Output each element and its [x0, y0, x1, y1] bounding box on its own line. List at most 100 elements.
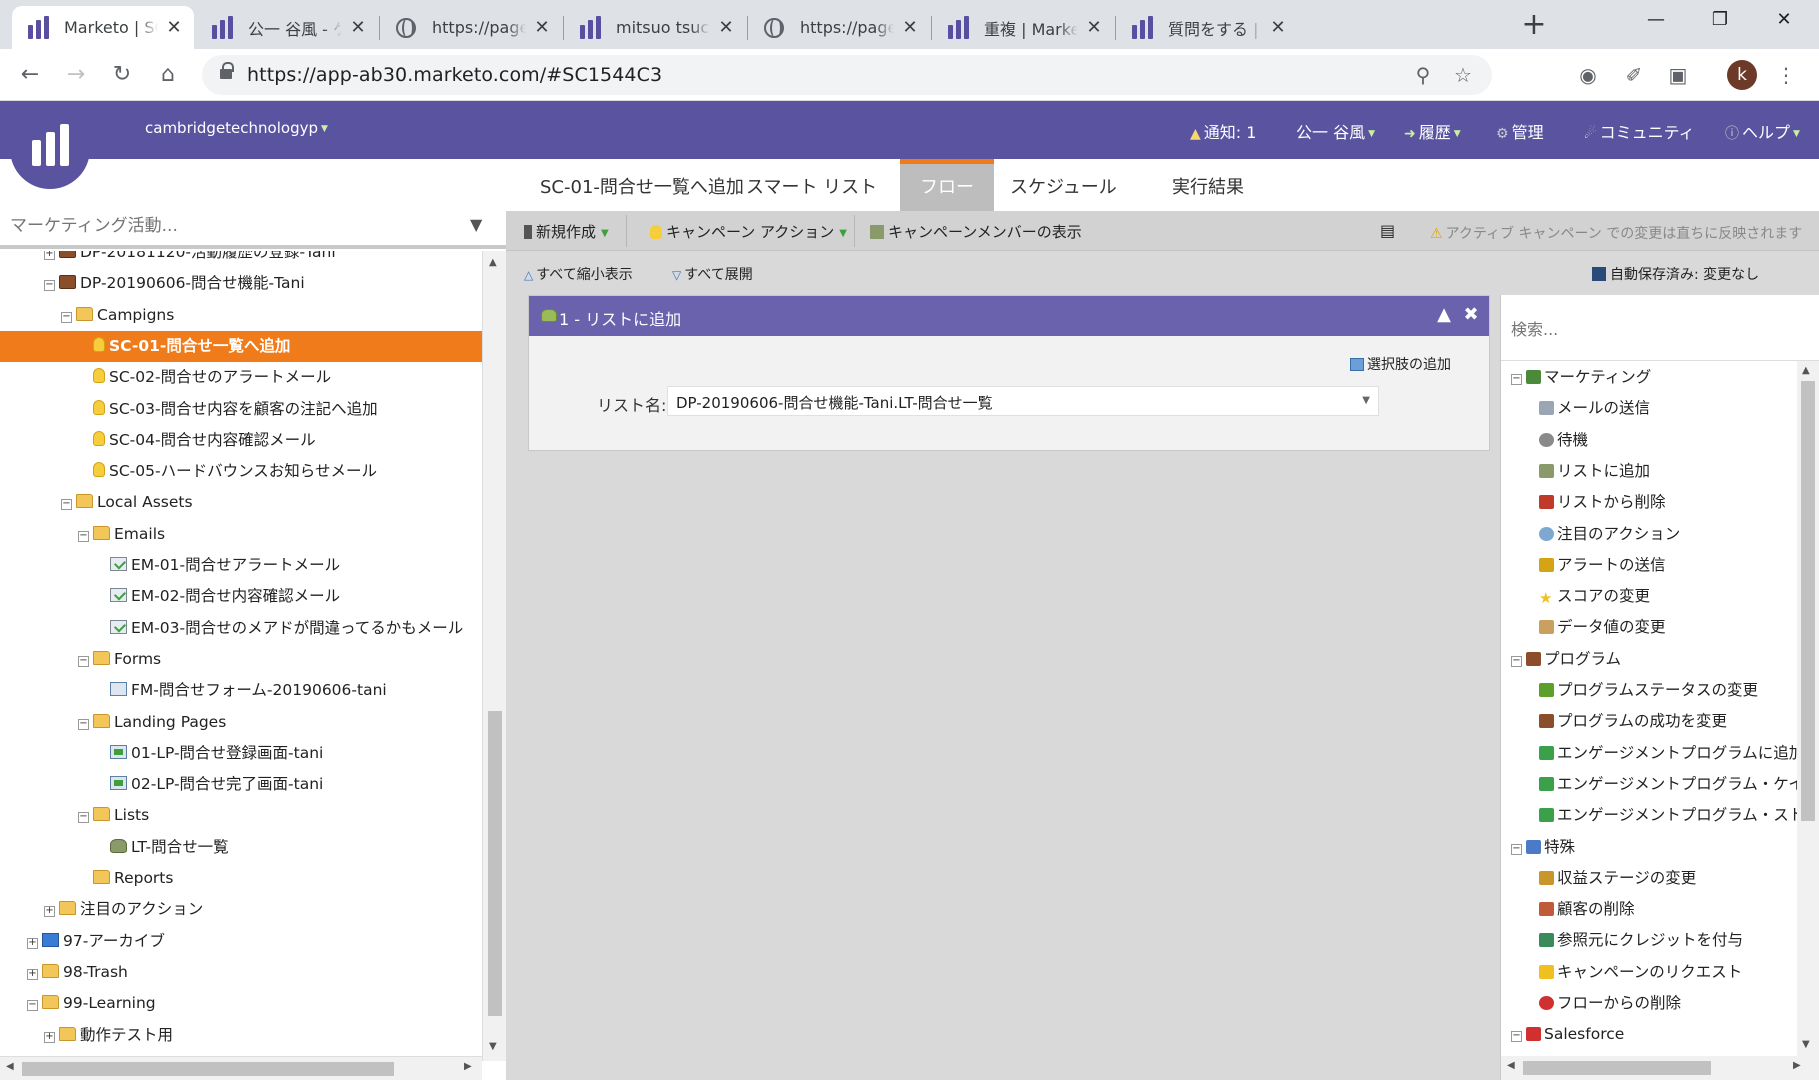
- palette-search-input[interactable]: [1511, 317, 1801, 341]
- expand-toggle-icon[interactable]: +: [44, 1031, 55, 1043]
- tree-item[interactable]: − DP-20190606-問合せ機能-Tani: [0, 268, 482, 299]
- community-link[interactable]: ☄ コミュニティ: [1584, 119, 1695, 143]
- close-icon[interactable]: ✕: [716, 17, 736, 38]
- scroll-up-arrow-icon[interactable]: ▲: [1802, 365, 1810, 376]
- palette-horizontal-scrollbar[interactable]: ◀ ▶: [1501, 1056, 1819, 1080]
- new-tab-button[interactable]: +: [1516, 8, 1552, 44]
- tree-item[interactable]: − Landing Pages: [0, 707, 482, 738]
- palette-action[interactable]: リストから削除: [1501, 487, 1797, 518]
- tree-item[interactable]: SC-03-問合せ内容を顧客の注記へ追加: [0, 394, 482, 425]
- tree-item[interactable]: 02-LP-問合せ完了画面-tani: [0, 769, 482, 800]
- expand-all-button[interactable]: ▽ すべて展開: [672, 264, 753, 284]
- scrollbar-thumb[interactable]: [1523, 1061, 1711, 1075]
- palette-action[interactable]: メールの送信: [1501, 393, 1797, 424]
- close-icon[interactable]: ✕: [1268, 17, 1288, 38]
- list-name-select[interactable]: DP-20190606-問合せ機能-Tani.LT-問合せ一覧 ▼: [667, 386, 1379, 416]
- collapse-toggle-icon[interactable]: −: [1511, 374, 1522, 385]
- close-icon[interactable]: ✕: [900, 17, 920, 38]
- collapse-toggle-icon[interactable]: −: [1511, 655, 1522, 667]
- tree-item[interactable]: LT-問合せ一覧: [0, 832, 482, 863]
- close-icon[interactable]: ✕: [164, 17, 184, 38]
- screen-cast-extension-icon[interactable]: ▣: [1662, 59, 1694, 91]
- collapse-toggle-icon[interactable]: −: [61, 499, 72, 511]
- browser-tab[interactable]: 公一 谷風 - ケン ✕: [196, 6, 378, 49]
- palette-group[interactable]: − マーケティング: [1501, 362, 1797, 393]
- marketo-logo[interactable]: [10, 101, 90, 189]
- reload-icon[interactable]: ↻: [104, 57, 140, 93]
- filter-icon[interactable]: ▼: [470, 215, 482, 234]
- show-members-button[interactable]: キャンペーンメンバーの表示: [870, 221, 1082, 242]
- campaign-tab[interactable]: スケジュール: [996, 159, 1131, 211]
- palette-action[interactable]: ★ スコアの変更: [1501, 581, 1797, 612]
- expand-toggle-icon[interactable]: +: [44, 906, 55, 918]
- tree-item[interactable]: EM-02-問合せ内容確認メール: [0, 581, 482, 612]
- new-menu-button[interactable]: 新規作成 ▼: [524, 221, 609, 242]
- palette-action[interactable]: プログラムの成功を変更: [1501, 706, 1797, 737]
- collapse-toggle-icon[interactable]: −: [61, 311, 72, 323]
- admin-link[interactable]: ⚙ 管理: [1496, 119, 1544, 143]
- palette-vertical-scrollbar[interactable]: ▲ ▼: [1797, 361, 1819, 1056]
- tree-item[interactable]: + 注目のアクション: [0, 894, 482, 925]
- chevron-down-icon[interactable]: ▼: [1362, 395, 1370, 406]
- tree-item[interactable]: − Lists: [0, 800, 482, 831]
- browser-tab[interactable]: https://pages.ct ✕: [380, 6, 562, 49]
- scroll-left-arrow-icon[interactable]: ◀: [1507, 1060, 1515, 1071]
- collapse-toggle-icon[interactable]: −: [78, 718, 89, 730]
- campaign-tab[interactable]: SC-01-問合せ一覧へ追加: [526, 159, 758, 211]
- user-menu[interactable]: 公一 谷風 ▼: [1296, 119, 1375, 143]
- palette-action[interactable]: 収益ステージの変更: [1501, 863, 1797, 894]
- tree-item[interactable]: 01-LP-問合せ登録画面-tani: [0, 738, 482, 769]
- collapse-toggle-icon[interactable]: −: [44, 280, 55, 292]
- address-bar[interactable]: https://app-ab30.marketo.com/#SC1544C3 ⚲…: [202, 55, 1492, 95]
- palette-group[interactable]: − プログラム: [1501, 644, 1797, 675]
- palette-action[interactable]: アラートの送信: [1501, 550, 1797, 581]
- palette-action[interactable]: キャンペーンのリクエスト: [1501, 957, 1797, 988]
- tree-item[interactable]: + 動作テスト用: [0, 1020, 482, 1051]
- palette-action[interactable]: フローからの削除: [1501, 988, 1797, 1019]
- browser-tab[interactable]: mitsuo tsuchiya ✕: [564, 6, 746, 49]
- camera-extension-icon[interactable]: ◉: [1572, 59, 1604, 91]
- palette-group[interactable]: − 特殊: [1501, 832, 1797, 863]
- palette-action[interactable]: 注目のアクション: [1501, 519, 1797, 550]
- palette-action[interactable]: リストに追加: [1501, 456, 1797, 487]
- tree-item[interactable]: FM-問合せフォーム-20190606-tani: [0, 675, 482, 706]
- campaign-tab[interactable]: 実行結果: [1158, 159, 1258, 211]
- help-menu[interactable]: ⓘ ヘルプ ▼: [1725, 119, 1800, 143]
- tree-vertical-scrollbar[interactable]: ▲ ▼: [482, 251, 506, 1061]
- collapse-toggle-icon[interactable]: −: [27, 1000, 38, 1012]
- browser-tab[interactable]: 重複 | Marketo ✕: [932, 6, 1114, 49]
- scroll-right-arrow-icon[interactable]: ▶: [464, 1061, 472, 1072]
- collapse-toggle-icon[interactable]: −: [78, 530, 89, 542]
- tree-item[interactable]: − Campigns: [0, 300, 482, 331]
- close-window-button[interactable]: ✕: [1752, 0, 1816, 40]
- palette-action[interactable]: プログラムステータスの変更: [1501, 675, 1797, 706]
- browser-tab[interactable]: 質問をする | Mar ✕: [1116, 6, 1298, 49]
- profile-avatar[interactable]: k: [1727, 60, 1757, 90]
- close-icon[interactable]: ✕: [348, 17, 368, 38]
- flow-step-header[interactable]: 1 - リストに追加 ▲ ✖: [529, 296, 1489, 336]
- palette-action[interactable]: 顧客の削除: [1501, 894, 1797, 925]
- collapse-toggle-icon[interactable]: −: [1511, 1031, 1522, 1043]
- scroll-left-arrow-icon[interactable]: ◀: [6, 1061, 14, 1072]
- browser-tab[interactable]: Marketo | SC-01 ✕: [12, 6, 194, 49]
- tree-item[interactable]: SC-02-問合せのアラートメール: [0, 362, 482, 393]
- history-menu[interactable]: ➜ 履歴 ▼: [1404, 119, 1461, 143]
- scroll-right-arrow-icon[interactable]: ▶: [1793, 1060, 1801, 1071]
- back-arrow-icon[interactable]: ←: [12, 57, 48, 93]
- expand-toggle-icon[interactable]: +: [44, 251, 55, 260]
- campaign-tab[interactable]: スマート リスト: [732, 159, 891, 211]
- palette-action[interactable]: エンゲージメントプログラム・スト: [1501, 800, 1797, 831]
- tree-item[interactable]: − Emails: [0, 519, 482, 550]
- tree-item[interactable]: +97-アーカイブ: [0, 926, 482, 957]
- expand-toggle-icon[interactable]: +: [27, 968, 38, 980]
- scrollbar-thumb[interactable]: [22, 1062, 394, 1076]
- bookmark-star-icon[interactable]: ☆: [1450, 62, 1476, 88]
- palette-action[interactable]: 待機: [1501, 425, 1797, 456]
- scroll-down-arrow-icon[interactable]: ▼: [1802, 1039, 1810, 1050]
- window-icon[interactable]: ▤: [1380, 221, 1395, 240]
- tree-item[interactable]: − Local Assets: [0, 487, 482, 518]
- chrome-menu-icon[interactable]: ⋮: [1770, 59, 1802, 91]
- browser-tab[interactable]: https://pages.ct ✕: [748, 6, 930, 49]
- campaign-actions-button[interactable]: キャンペーン アクション ▼: [650, 221, 847, 242]
- add-choice-button[interactable]: 選択肢の追加: [1350, 354, 1451, 374]
